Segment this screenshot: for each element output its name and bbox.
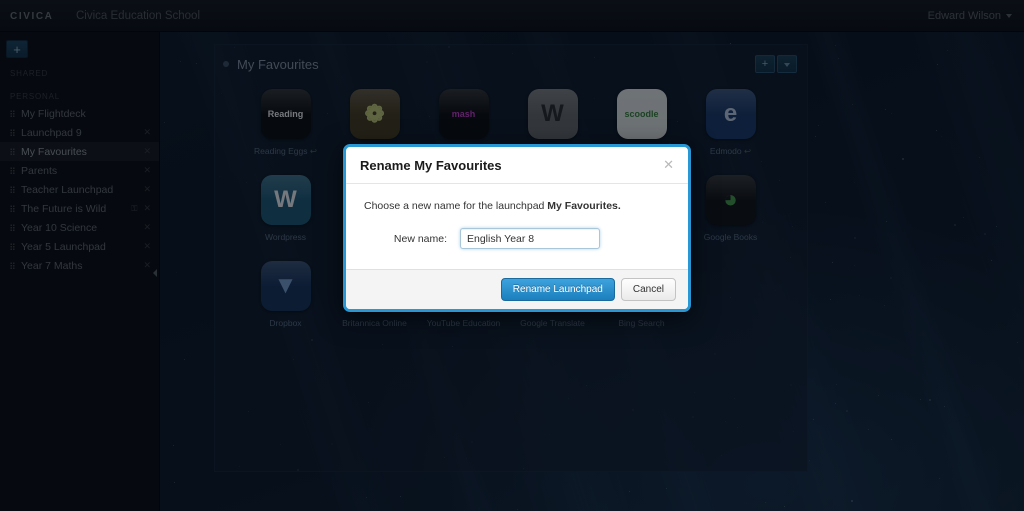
cancel-button[interactable]: Cancel <box>620 278 676 301</box>
rename-launchpad-button[interactable]: Rename Launchpad <box>500 278 615 301</box>
dialog-footer: Rename Launchpad Cancel <box>346 269 688 309</box>
new-name-label: New name: <box>393 232 447 245</box>
dialog-description-prefix: Choose a new name for the launchpad <box>364 200 548 212</box>
close-icon[interactable]: ✕ <box>663 158 674 171</box>
dialog-description-target: My Favourites. <box>547 200 621 212</box>
dialog-description: Choose a new name for the launchpad My F… <box>364 200 670 212</box>
launchpad-app: CIVICA Civica Education School Edward Wi… <box>0 0 1024 511</box>
new-name-input[interactable] <box>460 228 600 249</box>
dialog-header: Rename My Favourites ✕ <box>346 147 688 184</box>
new-name-row: New name: <box>364 228 670 249</box>
rename-launchpad-dialog: Rename My Favourites ✕ Choose a new name… <box>343 144 691 312</box>
dialog-body: Choose a new name for the launchpad My F… <box>346 184 688 269</box>
dialog-title: Rename My Favourites <box>360 158 502 173</box>
